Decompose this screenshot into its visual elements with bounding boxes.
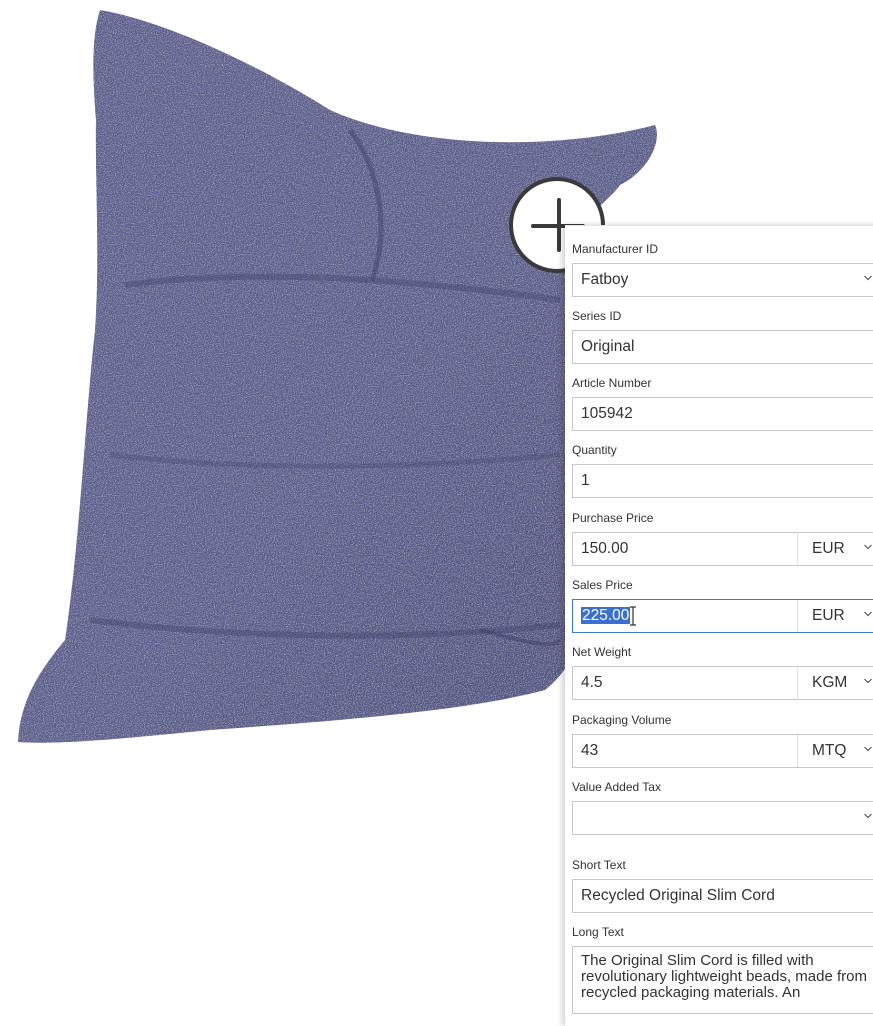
short-text-value: Recycled Original Slim Cord	[581, 887, 775, 904]
packaging-volume-unit: MTQ	[812, 742, 847, 759]
vat-select[interactable]	[572, 801, 873, 835]
quantity-value: 1	[581, 472, 590, 489]
article-number-field: Article Number 105942	[572, 375, 873, 431]
purchase-price-label: Purchase Price	[572, 511, 654, 525]
vat-label: Value Added Tax	[572, 780, 661, 794]
manufacturer-id-label: Manufacturer ID	[572, 242, 659, 256]
long-text-textarea[interactable]: The Original Slim Cord is filled with re…	[572, 946, 873, 1014]
purchase-price-currency-select[interactable]: EUR	[797, 533, 873, 565]
purchase-price-input[interactable]: 150.00 EUR	[572, 532, 873, 566]
net-weight-input[interactable]: 4.5 KGM	[572, 666, 873, 700]
series-id-input[interactable]: Original	[572, 330, 873, 364]
manufacturer-id-select[interactable]: Fatboy	[572, 263, 873, 297]
sales-price-selected-text: 225.00	[581, 607, 631, 624]
net-weight-unit: KGM	[812, 674, 848, 691]
sales-price-currency-select[interactable]: EUR	[797, 600, 873, 632]
purchase-price-currency: EUR	[812, 540, 845, 557]
long-text-label: Long Text	[572, 925, 624, 939]
article-number-value: 105942	[581, 405, 633, 422]
sales-price-label: Sales Price	[572, 578, 633, 592]
chevron-down-icon	[864, 746, 872, 753]
short-text-input[interactable]: Recycled Original Slim Cord	[572, 879, 873, 913]
manufacturer-id-value: Fatboy	[581, 271, 629, 288]
sales-price-currency: EUR	[812, 607, 845, 624]
purchase-price-value: 150.00	[581, 540, 629, 557]
packaging-volume-unit-select[interactable]: MTQ	[797, 735, 873, 767]
text-cursor-icon	[630, 606, 636, 626]
chevron-down-icon	[864, 611, 872, 618]
short-text-field: Short Text Recycled Original Slim Cord	[572, 857, 873, 913]
net-weight-field: Net Weight 4.5 KGM	[572, 644, 873, 700]
vat-field: Value Added Tax	[572, 779, 873, 835]
series-id-field: Series ID Original	[572, 308, 873, 364]
quantity-field: Quantity 1	[572, 442, 873, 498]
chevron-down-icon	[864, 275, 872, 282]
packaging-volume-label: Packaging Volume	[572, 713, 672, 727]
article-number-input[interactable]: 105942	[572, 397, 873, 431]
series-id-label: Series ID	[572, 309, 622, 323]
quantity-input[interactable]: 1	[572, 464, 873, 498]
chevron-down-icon	[864, 544, 872, 551]
quantity-label: Quantity	[572, 443, 617, 457]
packaging-volume-input[interactable]: 43 MTQ	[572, 734, 873, 768]
net-weight-value: 4.5	[581, 674, 603, 691]
long-text-field: Long Text The Original Slim Cord is fill…	[572, 924, 873, 1014]
article-number-label: Article Number	[572, 376, 652, 390]
net-weight-unit-select[interactable]: KGM	[797, 667, 873, 699]
sales-price-field: Sales Price 225.00 EUR	[572, 577, 873, 633]
series-id-value: Original	[581, 338, 635, 355]
sales-price-value: 225.00	[581, 600, 631, 632]
packaging-volume-value: 43	[581, 742, 599, 759]
article-form-panel: Manufacturer ID Fatboy Series ID Origina…	[565, 225, 873, 1026]
packaging-volume-field: Packaging Volume 43 MTQ	[572, 712, 873, 768]
chevron-down-icon	[864, 678, 872, 685]
long-text-value: The Original Slim Cord is filled with re…	[581, 952, 867, 1001]
net-weight-label: Net Weight	[572, 645, 632, 659]
purchase-price-field: Purchase Price 150.00 EUR	[572, 510, 873, 566]
sales-price-input[interactable]: 225.00 EUR	[572, 599, 873, 633]
manufacturer-id-field: Manufacturer ID Fatboy	[572, 241, 873, 297]
chevron-down-icon	[864, 813, 872, 820]
short-text-label: Short Text	[572, 858, 626, 872]
